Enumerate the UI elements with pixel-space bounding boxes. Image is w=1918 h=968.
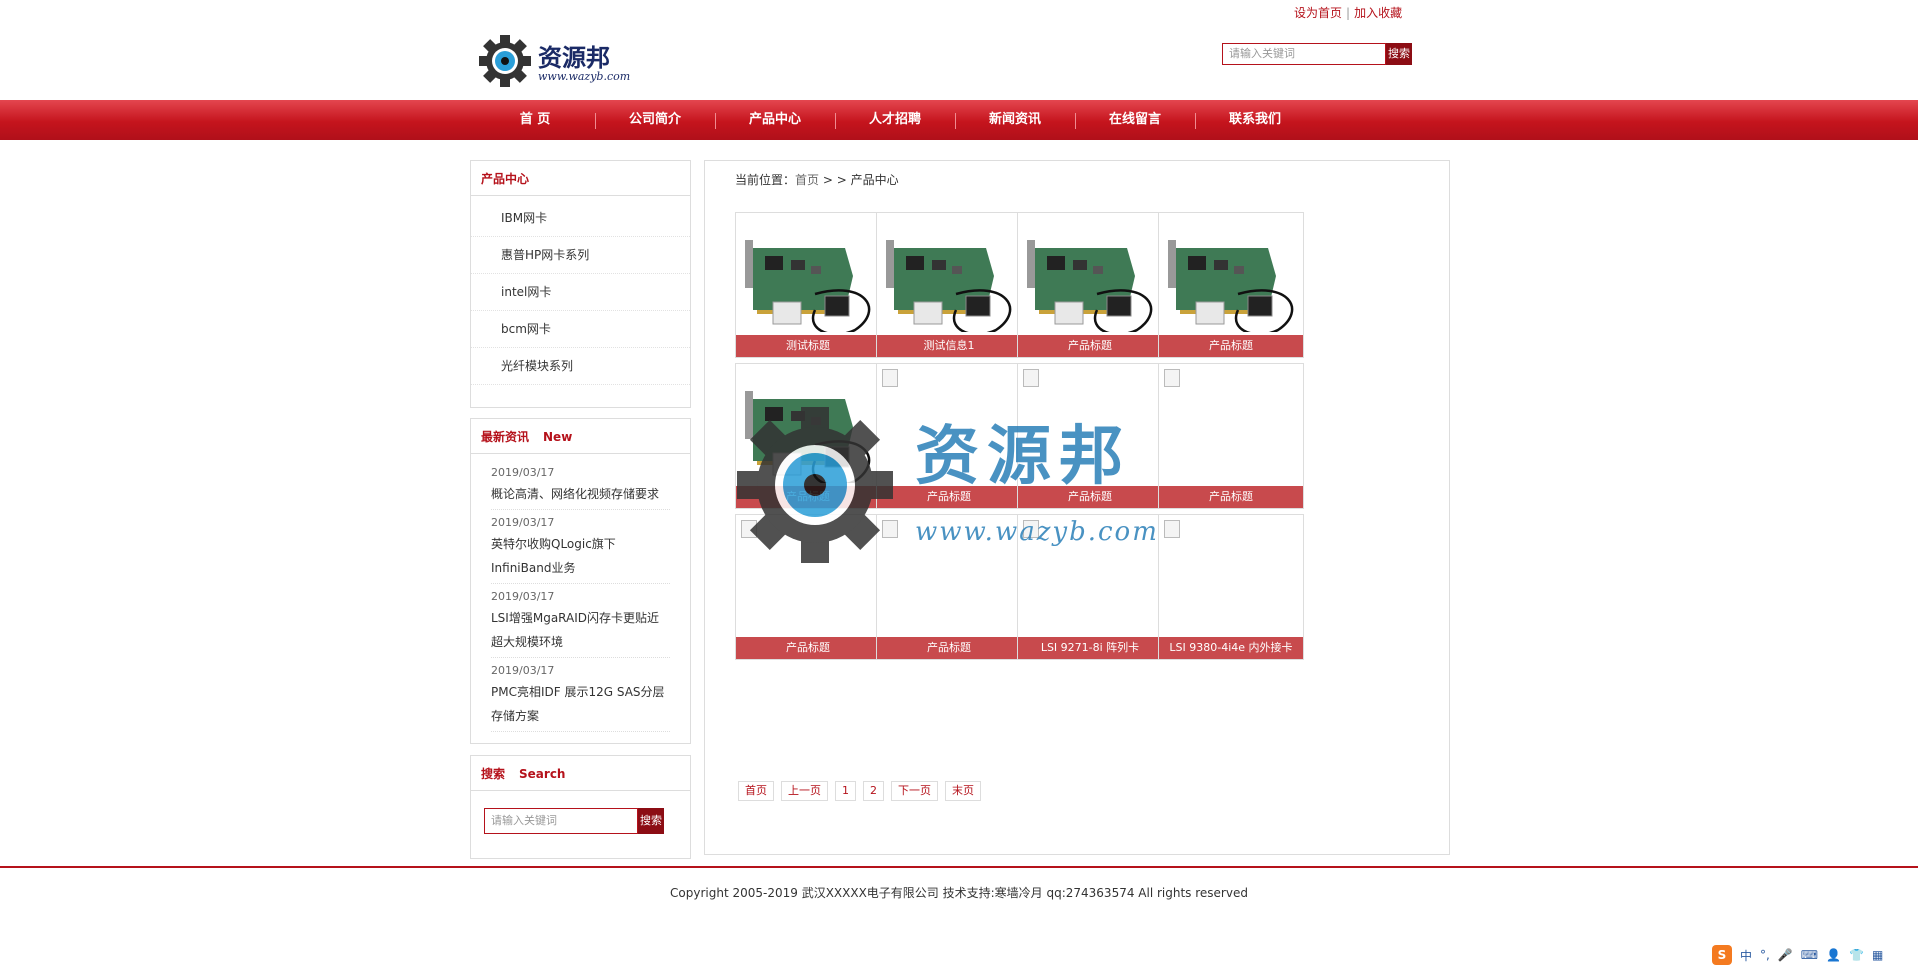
pagination: 首页 上一页 1 2 下一页 末页 bbox=[738, 781, 988, 801]
latest-news-title: 最新资讯 New bbox=[471, 419, 690, 454]
nav-contact[interactable]: 联系我们 bbox=[1195, 100, 1315, 140]
nav-about[interactable]: 公司简介 bbox=[595, 100, 715, 140]
logo-url: www.wazyb.com bbox=[538, 70, 631, 83]
breadcrumb-home-link[interactable]: 首页 bbox=[795, 173, 819, 187]
gear-logo-icon bbox=[479, 35, 531, 87]
category-item[interactable]: 惠普HP网卡系列 bbox=[471, 237, 690, 274]
watermark-gear-icon bbox=[737, 407, 893, 563]
nav-news[interactable]: 新闻资讯 bbox=[955, 100, 1075, 140]
sidebar-search: 请输入关键词 搜索 bbox=[484, 808, 664, 834]
news-title[interactable]: LSI增强MgaRAID闪存卡更贴近超大规模环境 bbox=[491, 606, 670, 654]
watermark-url: www.wazyb.com bbox=[915, 517, 1159, 547]
news-item[interactable]: 2019/03/17 PMC亮相IDF 展示12G SAS分层存储方案 bbox=[491, 658, 670, 732]
breadcrumb-prefix: 当前位置： bbox=[735, 173, 796, 187]
sidebar-search-box: 搜索 Search 请输入关键词 搜索 bbox=[470, 755, 691, 859]
news-title[interactable]: PMC亮相IDF 展示12G SAS分层存储方案 bbox=[491, 680, 670, 728]
product-title[interactable]: 产品标题 bbox=[1018, 335, 1162, 357]
product-image[interactable] bbox=[878, 214, 1020, 336]
news-item[interactable]: 2019/03/17 LSI增强MgaRAID闪存卡更贴近超大规模环境 bbox=[491, 584, 670, 658]
watermark: 资源邦 www.wazyb.com bbox=[735, 405, 1195, 565]
product-card[interactable]: 测试信息1 bbox=[876, 212, 1022, 358]
product-category-box: 产品中心 IBM网卡 惠普HP网卡系列 intel网卡 bcm网卡 光纤模块系列 bbox=[470, 160, 691, 408]
pager-page-1[interactable]: 1 bbox=[835, 781, 856, 801]
category-item[interactable]: intel网卡 bbox=[471, 274, 690, 311]
product-card[interactable]: 产品标题 bbox=[1017, 212, 1163, 358]
footer-divider bbox=[0, 866, 1918, 868]
add-favorite-link[interactable]: 加入收藏 bbox=[1354, 6, 1402, 20]
category-item[interactable]: bcm网卡 bbox=[471, 311, 690, 348]
sidebar-search-title-cn: 搜索 bbox=[481, 767, 506, 781]
breadcrumb-separator: > > bbox=[819, 173, 851, 187]
ime-lang-indicator[interactable]: 中 bbox=[1740, 947, 1752, 964]
header-search-input[interactable]: 请输入关键词 bbox=[1222, 43, 1386, 65]
header-search-button[interactable]: 搜索 bbox=[1386, 43, 1412, 65]
news-item[interactable]: 2019/03/17 概论高清、网络化视频存储要求 bbox=[491, 460, 670, 510]
product-title[interactable]: 产品标题 bbox=[1159, 335, 1303, 357]
sidebar-search-input[interactable]: 请输入关键词 bbox=[484, 808, 638, 834]
latest-news-title-en: New bbox=[543, 430, 573, 444]
footer-copyright: Copyright 2005-2019 武汉XXXXX电子有限公司 技术支持:寒… bbox=[670, 886, 1248, 900]
news-title[interactable]: 英特尔收购QLogic旗下InfiniBand业务 bbox=[491, 532, 670, 580]
microphone-icon[interactable]: 🎤 bbox=[1778, 948, 1793, 962]
nav-products[interactable]: 产品中心 bbox=[715, 100, 835, 140]
product-category-title: 产品中心 bbox=[471, 161, 690, 196]
nav-home[interactable]: 首 页 bbox=[475, 100, 595, 140]
product-title[interactable]: 测试标题 bbox=[736, 335, 880, 357]
news-date: 2019/03/17 bbox=[491, 590, 555, 603]
toolbox-icon[interactable]: ▦ bbox=[1872, 948, 1883, 962]
nav-jobs[interactable]: 人才招聘 bbox=[835, 100, 955, 140]
product-title[interactable]: LSI 9271-8i 阵列卡 bbox=[1018, 637, 1162, 659]
breadcrumb: 当前位置：首页 > > 产品中心 bbox=[735, 171, 899, 188]
product-title[interactable]: 测试信息1 bbox=[877, 335, 1021, 357]
product-title[interactable]: 产品标题 bbox=[877, 637, 1021, 659]
news-list: 2019/03/17 概论高清、网络化视频存储要求 2019/03/17 英特尔… bbox=[471, 454, 690, 732]
pager-first[interactable]: 首页 bbox=[738, 781, 774, 801]
pager-page-2[interactable]: 2 bbox=[863, 781, 884, 801]
category-item[interactable]: IBM网卡 bbox=[471, 200, 690, 237]
product-title[interactable]: LSI 9380-4i4e 内外接卡 bbox=[1159, 637, 1303, 659]
site-logo[interactable]: 资源邦 www.wazyb.com bbox=[478, 34, 638, 90]
product-image[interactable] bbox=[1019, 214, 1161, 336]
product-title[interactable]: 产品标题 bbox=[736, 637, 880, 659]
nav-message[interactable]: 在线留言 bbox=[1075, 100, 1195, 140]
ime-toolbar: S 中 °, 🎤 ⌨ 👤 👕 ▦ bbox=[1712, 944, 1892, 966]
set-homepage-link[interactable]: 设为首页 bbox=[1294, 6, 1342, 20]
news-title[interactable]: 概论高清、网络化视频存储要求 bbox=[491, 482, 670, 506]
product-image[interactable] bbox=[1160, 214, 1302, 336]
sidebar-search-button[interactable]: 搜索 bbox=[638, 808, 664, 834]
news-date: 2019/03/17 bbox=[491, 664, 555, 677]
skin-icon[interactable]: 👕 bbox=[1849, 948, 1864, 962]
pager-prev[interactable]: 上一页 bbox=[781, 781, 828, 801]
sogou-ime-icon[interactable]: S bbox=[1712, 945, 1732, 965]
product-image[interactable] bbox=[737, 214, 879, 336]
breadcrumb-current: 产品中心 bbox=[850, 173, 899, 187]
watermark-text: 资源邦 bbox=[915, 419, 1131, 494]
pager-last[interactable]: 末页 bbox=[945, 781, 981, 801]
main-nav-bar: 首 页 公司简介 产品中心 人才招聘 新闻资讯 在线留言 联系我们 bbox=[0, 100, 1918, 140]
sidebar-search-title-en: Search bbox=[519, 767, 566, 781]
top-links: 设为首页 | 加入收藏 bbox=[1294, 4, 1402, 21]
product-card[interactable]: 产品标题 bbox=[1158, 212, 1304, 358]
keyboard-icon[interactable]: ⌨ bbox=[1801, 948, 1818, 962]
sidebar-search-title: 搜索 Search bbox=[471, 756, 690, 791]
header-search: 请输入关键词 搜索 bbox=[1222, 43, 1412, 65]
news-date: 2019/03/17 bbox=[491, 516, 555, 529]
latest-news-title-cn: 最新资讯 bbox=[481, 430, 530, 444]
latest-news-box: 最新资讯 New 2019/03/17 概论高清、网络化视频存储要求 2019/0… bbox=[470, 418, 691, 744]
ime-punct-indicator[interactable]: °, bbox=[1760, 948, 1770, 962]
category-item[interactable]: 光纤模块系列 bbox=[471, 348, 690, 385]
main-nav: 首 页 公司简介 产品中心 人才招聘 新闻资讯 在线留言 联系我们 bbox=[475, 100, 1315, 140]
top-links-separator: | bbox=[1346, 6, 1351, 20]
pager-next[interactable]: 下一页 bbox=[891, 781, 938, 801]
logo-text: 资源邦 bbox=[538, 43, 610, 72]
user-icon[interactable]: 👤 bbox=[1826, 948, 1841, 962]
news-date: 2019/03/17 bbox=[491, 466, 555, 479]
news-item[interactable]: 2019/03/17 英特尔收购QLogic旗下InfiniBand业务 bbox=[491, 510, 670, 584]
product-card[interactable]: 测试标题 bbox=[735, 212, 881, 358]
